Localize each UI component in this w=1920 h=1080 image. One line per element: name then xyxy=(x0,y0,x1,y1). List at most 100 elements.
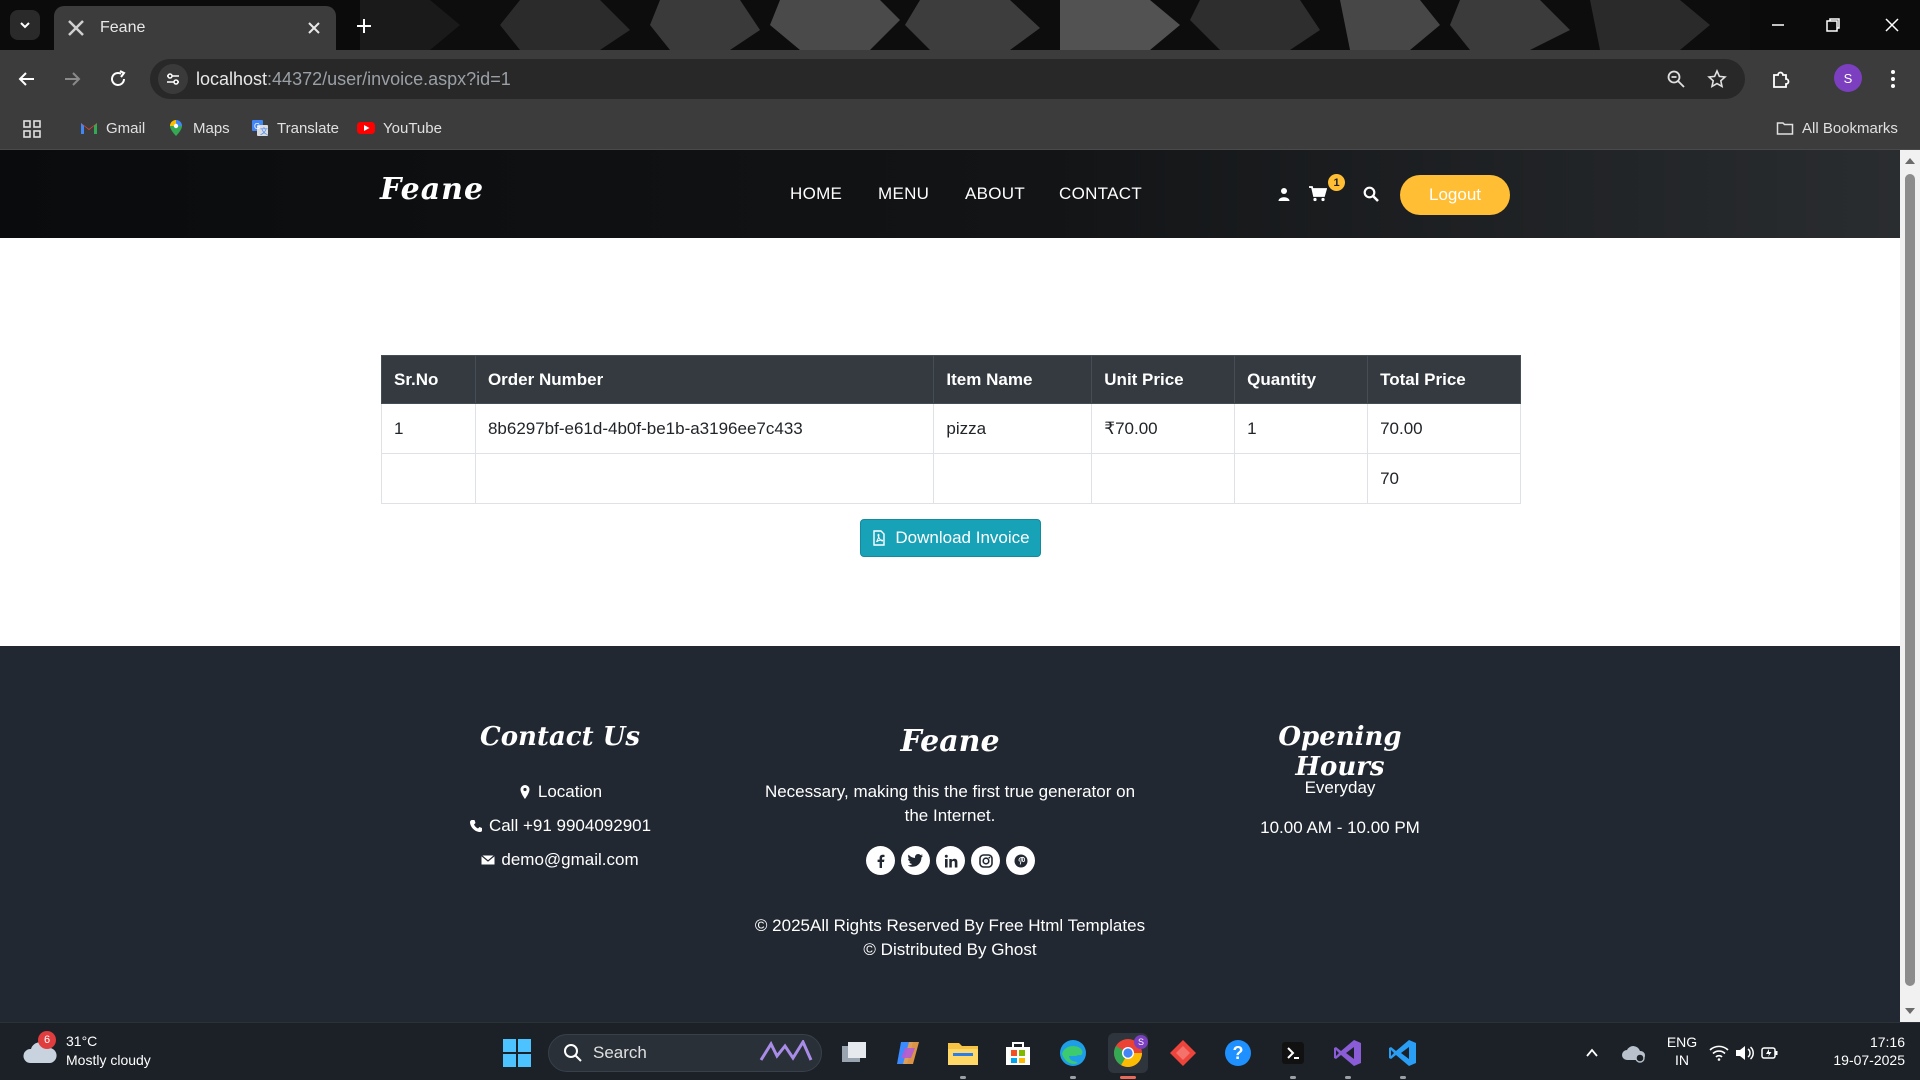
translate-icon: G文 xyxy=(252,120,268,136)
chrome-app[interactable]: S xyxy=(1108,1033,1148,1079)
language-indicator[interactable]: ENG IN xyxy=(1662,1033,1702,1069)
edge-icon xyxy=(1060,1040,1086,1066)
url-host: localhost xyxy=(196,69,268,89)
nav-about[interactable]: ABOUT xyxy=(965,184,1025,204)
distributed-by-line: © Distributed By Ghost xyxy=(863,940,1037,959)
page-scrollbar[interactable] xyxy=(1900,150,1920,1022)
twitter-link[interactable] xyxy=(901,846,930,875)
search-icon xyxy=(564,1044,582,1062)
scroll-up-arrow-icon[interactable] xyxy=(1904,156,1916,166)
forward-button[interactable] xyxy=(57,64,87,94)
cell-unit-price: ₹70.00 xyxy=(1091,403,1236,454)
phone-icon xyxy=(469,820,482,832)
new-tab-button[interactable] xyxy=(350,12,378,40)
address-bar[interactable]: localhost:44372/user/invoice.aspx?id=1 xyxy=(150,59,1745,99)
arrow-left-icon xyxy=(18,72,34,86)
search-button[interactable] xyxy=(1361,184,1381,204)
apps-button[interactable] xyxy=(22,119,42,139)
cell-order-number: 8b6297bf-e61d-4b0f-be1b-a3196ee7c433 xyxy=(474,403,935,454)
contact-email[interactable]: demo@gmail.com xyxy=(440,850,680,870)
bookmark-gmail[interactable]: Gmail xyxy=(80,119,145,137)
bookmark-label: YouTube xyxy=(383,119,442,137)
contact-phone[interactable]: Call +91 9904092901 xyxy=(440,816,680,836)
clock-time: 17:16 xyxy=(1869,1034,1905,1050)
anydesk-app[interactable] xyxy=(1163,1033,1203,1073)
minimize-button[interactable] xyxy=(1758,10,1798,40)
copilot-app[interactable] xyxy=(888,1033,928,1073)
download-invoice-button[interactable]: Download Invoice xyxy=(860,519,1041,557)
help-app[interactable]: ? xyxy=(1218,1033,1258,1073)
profile-avatar[interactable]: S xyxy=(1834,64,1862,92)
store-app[interactable] xyxy=(998,1033,1038,1073)
bookmark-maps[interactable]: Maps xyxy=(167,119,230,137)
start-button[interactable] xyxy=(497,1033,537,1073)
logout-button[interactable]: Logout xyxy=(1400,175,1510,215)
pinterest-icon xyxy=(1014,854,1027,867)
restore-button[interactable] xyxy=(1813,10,1853,40)
user-icon xyxy=(1278,188,1290,201)
pinterest-link[interactable] xyxy=(1006,846,1035,875)
close-window-button[interactable] xyxy=(1872,10,1912,40)
zoom-button[interactable] xyxy=(1664,67,1688,91)
scroll-down-arrow-icon[interactable] xyxy=(1904,1006,1916,1016)
tab-feane[interactable]: Feane xyxy=(54,6,336,50)
map-marker-icon xyxy=(520,785,530,799)
facebook-icon xyxy=(877,854,884,868)
store-icon xyxy=(1006,1042,1030,1065)
page-viewport: Feane HOME MENU ABOUT CONTACT 1 Logout S… xyxy=(0,150,1920,1022)
vscode-app[interactable] xyxy=(1383,1033,1423,1079)
bookmark-star-button[interactable] xyxy=(1705,67,1729,91)
file-explorer-app[interactable] xyxy=(943,1033,983,1079)
taskbar-search[interactable]: Search xyxy=(548,1034,822,1072)
site-info-button[interactable] xyxy=(158,64,188,94)
chevron-up-icon xyxy=(1586,1048,1598,1057)
footer-brand: Feane xyxy=(900,724,1000,759)
column-header: Item Name xyxy=(933,355,1093,404)
tab-title: Feane xyxy=(100,19,146,36)
facebook-link[interactable] xyxy=(866,846,895,875)
scrollbar-thumb[interactable] xyxy=(1905,174,1915,986)
social-links xyxy=(866,846,1035,875)
terminal-app[interactable] xyxy=(1273,1033,1313,1079)
weather-widget[interactable]: 6 31°C Mostly cloudy xyxy=(20,1031,151,1071)
bookmark-translate[interactable]: G文 Translate xyxy=(251,119,339,137)
quick-settings-button[interactable] xyxy=(1708,1033,1780,1073)
instagram-link[interactable] xyxy=(971,846,1000,875)
back-button[interactable] xyxy=(12,64,42,94)
onedrive-tray[interactable] xyxy=(1614,1033,1654,1073)
close-tab-icon[interactable] xyxy=(304,18,324,38)
show-hidden-icons-button[interactable] xyxy=(1572,1033,1612,1073)
running-indicator xyxy=(1070,1076,1076,1079)
wifi-icon xyxy=(1709,1045,1729,1061)
footer-about-text: Necessary, making this the first true ge… xyxy=(764,782,1136,825)
nav-home[interactable]: HOME xyxy=(790,184,842,204)
tab-search-button[interactable] xyxy=(10,10,40,40)
cart-button[interactable] xyxy=(1308,184,1328,204)
pdf-file-icon xyxy=(873,530,886,546)
cart-count-badge: 1 xyxy=(1328,174,1345,191)
nav-contact[interactable]: CONTACT xyxy=(1059,184,1142,204)
download-invoice-label: Download Invoice xyxy=(895,528,1030,547)
task-view-button[interactable] xyxy=(834,1033,874,1073)
visual-studio-icon xyxy=(1334,1040,1361,1066)
taskbar-search-label: Search xyxy=(593,1043,647,1062)
extensions-button[interactable] xyxy=(1766,64,1796,94)
linkedin-link[interactable] xyxy=(936,846,965,875)
all-bookmarks-button[interactable]: All Bookmarks xyxy=(1776,119,1898,137)
bookmark-youtube[interactable]: YouTube xyxy=(357,119,442,137)
visual-studio-app[interactable] xyxy=(1328,1033,1368,1079)
site-logo[interactable]: Feane xyxy=(380,172,484,207)
running-indicator xyxy=(1290,1076,1296,1079)
anydesk-icon xyxy=(1170,1040,1196,1066)
running-indicator xyxy=(1400,1076,1406,1079)
contact-location[interactable]: Location xyxy=(460,782,660,802)
browser-toolbar: localhost:44372/user/invoice.aspx?id=1 S xyxy=(0,50,1920,108)
edge-app[interactable] xyxy=(1053,1033,1093,1079)
apps-grid-icon xyxy=(23,120,41,138)
user-button[interactable] xyxy=(1274,184,1294,204)
chrome-menu-button[interactable] xyxy=(1878,64,1908,94)
reload-button[interactable] xyxy=(103,64,133,94)
clock[interactable]: 17:16 19-07-2025 xyxy=(1805,1033,1905,1069)
nav-menu[interactable]: MENU xyxy=(878,184,929,204)
twitter-icon xyxy=(908,854,923,867)
